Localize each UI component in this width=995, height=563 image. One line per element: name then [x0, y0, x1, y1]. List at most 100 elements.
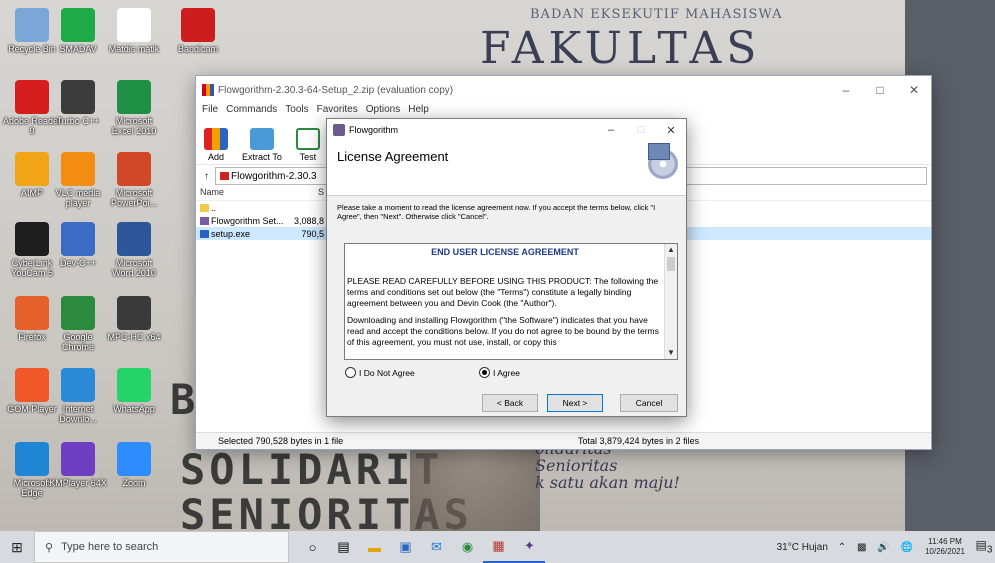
desktop-icon-chrome[interactable]: Google Chrome: [48, 296, 108, 352]
status-bar: Selected 790,528 bytes in 1 file Total 3…: [196, 432, 931, 449]
weather-widget[interactable]: 31°C Hujan: [777, 542, 828, 553]
column-size[interactable]: S: [292, 187, 324, 197]
desktop-icon-word[interactable]: Microsoft Word 2010: [104, 222, 164, 278]
search-placeholder: Type here to search: [61, 541, 159, 553]
menu-commands[interactable]: Commands: [226, 104, 277, 120]
dialog-minimize-button[interactable]: –: [596, 124, 626, 137]
test-button[interactable]: Test: [295, 128, 320, 162]
extract-label: Extract To: [242, 152, 282, 162]
poster-line-1: SOLIDARIT: [180, 445, 444, 494]
scroll-up-icon[interactable]: ▲: [665, 244, 677, 256]
scroll-thumb[interactable]: [667, 257, 675, 271]
desktop-icon-label: Google Chrome: [61, 332, 94, 352]
license-dialog: Flowgorithm – □ ✕ License Agreement Plea…: [326, 118, 687, 417]
monitor-icon: [648, 143, 670, 160]
cancel-button[interactable]: Cancel: [620, 394, 678, 412]
desktop-icon-kmplayer[interactable]: KMPlayer 64X: [48, 442, 108, 488]
mpc-hc-icon: [117, 296, 151, 330]
desktop-icon-label: Microsoft Word 2010: [112, 258, 156, 278]
desktop-icon-turbo-c[interactable]: Turbo C++: [48, 80, 108, 126]
script-line-2: Senioritas: [535, 456, 618, 475]
desktop-icon-devcpp[interactable]: Dev-C++: [48, 222, 108, 268]
word-icon: [117, 222, 151, 256]
desktop-icon-idm[interactable]: Internet Downlo...: [48, 368, 108, 424]
desktop-icon-excel[interactable]: Microsoft Excel 2010: [104, 80, 164, 136]
taskbar-apps: ○ ▤ ▬ ▣ ✉ ◉ ▦ ✦: [297, 531, 545, 563]
taskbar-search[interactable]: ⚲ Type here to search: [34, 531, 289, 563]
menu-file[interactable]: File: [202, 104, 218, 120]
banner-small-text: BADAN EKSEKUTIF MAHASISWA: [530, 7, 783, 22]
dialog-maximize-button: □: [637, 123, 645, 136]
gom-player-icon: [15, 368, 49, 402]
store-icon[interactable]: ▣: [390, 531, 421, 563]
desktop-icon-bandicam[interactable]: Bandicam: [168, 8, 228, 54]
clock-time: 11:46 PM: [928, 537, 962, 546]
chrome-icon: [61, 296, 95, 330]
next-button[interactable]: Next >: [547, 394, 603, 412]
menu-tools[interactable]: Tools: [285, 104, 308, 120]
file-explorer-icon[interactable]: ▬: [359, 531, 390, 563]
clock[interactable]: 11:46 PM 10/26/2021: [925, 537, 965, 557]
system-tray: 31°C Hujan ⌃ ▩ 🔊 🌐 11:46 PM 10/26/2021 ▤…: [777, 531, 995, 563]
desktop-icon-document[interactable]: Matdis matik: [104, 8, 164, 54]
powerpoint-icon: [117, 152, 151, 186]
desktop-icon-label: MPC-HC x64: [107, 332, 161, 342]
close-button[interactable]: ✕: [897, 83, 931, 97]
desktop-icon-label: Turbo C++: [56, 116, 100, 126]
firefox-icon: [15, 296, 49, 330]
radio-agree[interactable]: I Agree: [479, 367, 520, 378]
address-text: Flowgorithm-2.30.3: [231, 170, 317, 182]
radio-dot[interactable]: [479, 367, 490, 378]
add-button[interactable]: Add: [204, 128, 228, 162]
installer-icon: [200, 217, 209, 226]
file-size: 3,088,8: [293, 215, 324, 226]
zoom-icon: [117, 442, 151, 476]
installer-taskbar-icon[interactable]: ✦: [514, 531, 545, 563]
desktop-icon-zoom[interactable]: Zoom: [104, 442, 164, 488]
winrar-title: Flowgorithm-2.30.3-64-Setup_2.zip (evalu…: [218, 84, 454, 96]
mail-icon[interactable]: ✉: [421, 531, 452, 563]
column-name[interactable]: Name: [200, 187, 292, 197]
folder-icon: [200, 204, 209, 213]
desktop-icon-label: KMPlayer 64X: [49, 478, 107, 488]
desktop-icon-powerpoint[interactable]: Microsoft PowerPoi...: [104, 152, 164, 208]
chrome-icon[interactable]: ◉: [452, 531, 483, 563]
winrar-taskbar-icon[interactable]: ▦: [483, 531, 514, 563]
desktop-icon-mpc-hc[interactable]: MPC-HC x64: [104, 296, 164, 342]
eula-textbox[interactable]: END USER LICENSE AGREEMENT PLEASE READ C…: [344, 243, 678, 360]
eula-scrollbar[interactable]: ▲ ▼: [664, 244, 677, 359]
scroll-down-icon[interactable]: ▼: [665, 347, 677, 359]
folder-icon: [249, 128, 274, 150]
notification-icon[interactable]: ▤3: [973, 538, 995, 555]
up-arrow-icon[interactable]: ↑: [204, 171, 209, 182]
winrar-titlebar[interactable]: Flowgorithm-2.30.3-64-Setup_2.zip (evalu…: [196, 76, 931, 104]
extract-to-button[interactable]: Extract To: [242, 128, 282, 162]
recycle-bin-icon: [15, 8, 49, 42]
task-view-icon[interactable]: ▤: [328, 531, 359, 563]
file-name: ..: [211, 202, 217, 213]
dialog-close-button[interactable]: ✕: [656, 124, 686, 137]
cortana-icon[interactable]: ○: [297, 531, 328, 563]
file-size: 790,5: [301, 228, 324, 239]
radio-do-not-agree[interactable]: I Do Not Agree: [345, 367, 415, 378]
dialog-heading: License Agreement: [337, 149, 449, 164]
maximize-button[interactable]: □: [863, 83, 897, 97]
back-button[interactable]: < Back: [482, 394, 538, 412]
bandicam-icon: [181, 8, 215, 42]
radio-dot[interactable]: [345, 367, 356, 378]
desktop-icon-whatsapp[interactable]: WhatsApp: [104, 368, 164, 414]
desktop-icon-vlc[interactable]: VLC media player: [48, 152, 108, 208]
windows-start-icon[interactable]: ⊞: [0, 531, 34, 563]
test-label: Test: [299, 152, 317, 162]
desktop-icon-smadav[interactable]: SMADAV: [48, 8, 108, 54]
desktop-icon-label: WhatsApp: [113, 404, 155, 414]
excel-icon: [117, 80, 151, 114]
minimize-button[interactable]: –: [829, 83, 863, 97]
flowgorithm-icon: [333, 124, 345, 136]
tray-icons[interactable]: ⌃ ▩ 🔊 🌐: [838, 542, 917, 553]
status-selected: Selected 790,528 bytes in 1 file: [218, 436, 344, 446]
dialog-titlebar[interactable]: Flowgorithm – □ ✕: [327, 119, 686, 141]
desktop-icon-label: Microsoft PowerPoi...: [110, 188, 158, 208]
script-line-3: k satu akan maju!: [535, 473, 680, 492]
document-icon: [117, 8, 151, 42]
